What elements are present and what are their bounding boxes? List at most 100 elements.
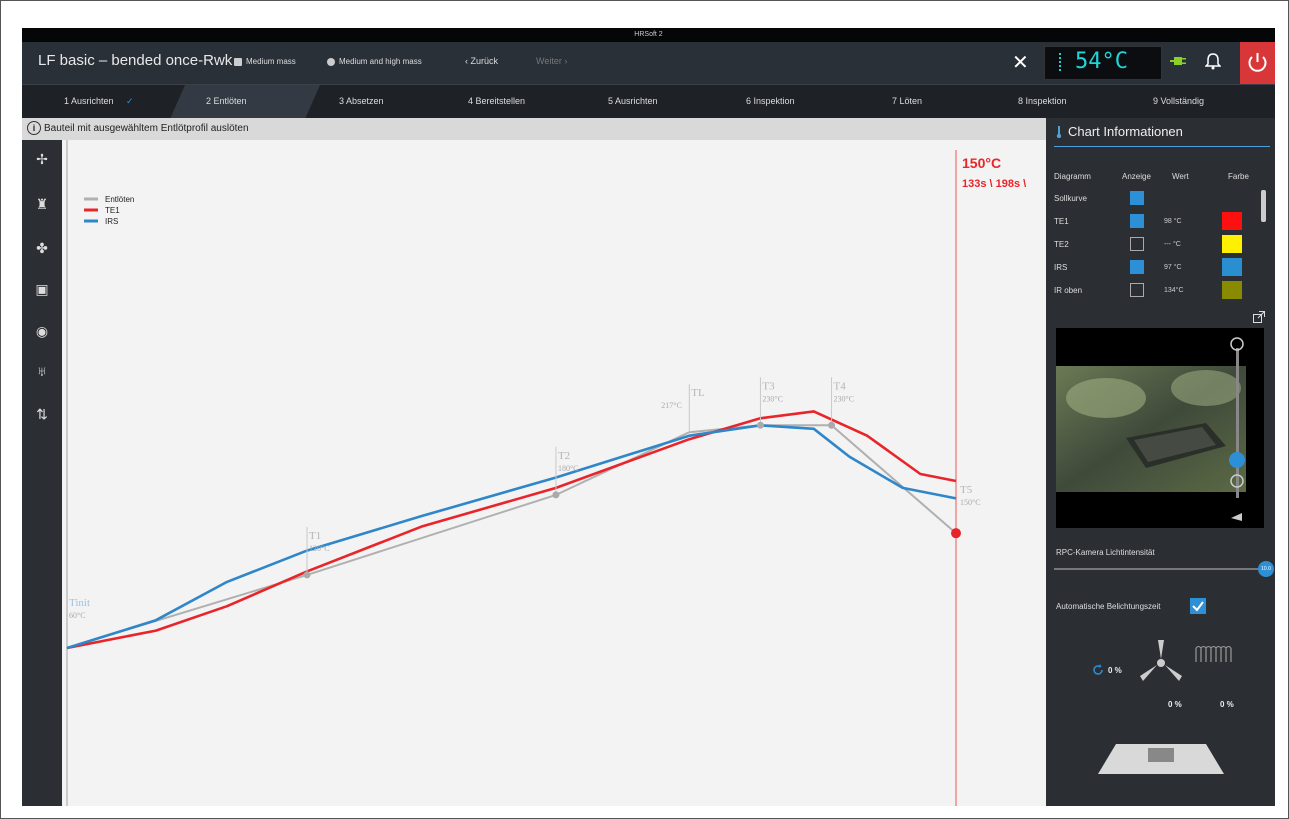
chip-medium-mass[interactable]: Medium mass	[234, 57, 296, 66]
light-intensity-label: RPC-Kamera Lichtintensität	[1056, 548, 1155, 557]
profile-point-value: 230°C	[834, 394, 855, 403]
row-name: TE1	[1054, 217, 1069, 226]
row-name: Sollkurve	[1054, 194, 1087, 203]
row-value: 98 °C	[1164, 218, 1182, 225]
profile-markers: Tinit 60°C T1 120°C T2 180°C TL 217°C T3 230°C T4 2…	[69, 377, 981, 620]
heater-percent-1: 0 %	[1168, 700, 1182, 709]
profile-chart[interactable]: Entlöten TE1 IRS Tinit 60°C T1 120°C T2 180°C TL…	[62, 140, 1046, 806]
profile-point-name: T4	[834, 380, 847, 392]
next-label: Weiter	[536, 56, 562, 66]
bell-icon[interactable]	[1205, 52, 1221, 70]
display-checkbox[interactable]	[1130, 214, 1144, 228]
table-row-ir-oben: IR oben 134°C	[1046, 281, 1275, 305]
chart-series	[66, 410, 957, 650]
profile-point[interactable]	[552, 491, 560, 499]
header-bar: LF basic – bended once-Rwk Medium mass M…	[22, 42, 1275, 84]
mass-icon	[327, 57, 335, 66]
col-header-display: Anzeige	[1122, 172, 1151, 181]
table-row-sollkurve: Sollkurve	[1046, 191, 1275, 213]
thermometer-icon	[1056, 126, 1062, 138]
step-1[interactable]: 1 Ausrichten ✓	[64, 96, 134, 107]
col-header-value: Wert	[1172, 172, 1189, 181]
power-button[interactable]	[1240, 42, 1275, 84]
back-button[interactable]: ‹ Zurück	[465, 56, 498, 66]
light-intensity-knob[interactable]: 10.0	[1258, 561, 1274, 577]
plug-icon[interactable]	[1170, 54, 1186, 68]
display-checkbox[interactable]	[1130, 260, 1144, 274]
fan-percent: 0 %	[1108, 666, 1122, 675]
checkmark-icon	[1192, 601, 1204, 612]
profile-point[interactable]	[756, 421, 764, 429]
display-checkbox[interactable]	[1130, 283, 1144, 297]
profile-point-value: 230°C	[762, 394, 783, 403]
camera-image-icon[interactable]: ▣	[33, 280, 51, 298]
step-2[interactable]: 2 Entlöten	[206, 96, 247, 106]
step-8[interactable]: 8 Inspektion	[1018, 96, 1067, 106]
step-5[interactable]: 5 Ausrichten	[608, 96, 658, 106]
swap-icon[interactable]: ⇅	[33, 405, 51, 423]
color-swatch[interactable]	[1222, 235, 1242, 253]
row-value: 134°C	[1164, 287, 1184, 294]
check-icon: ✓	[126, 96, 134, 106]
nozzle-icon[interactable]: ✢	[33, 150, 51, 168]
window-titlebar: HRSoft 2	[22, 28, 1275, 42]
profile-point-value: 60°C	[69, 611, 86, 620]
temperature-value: 54°C	[1075, 49, 1128, 74]
profile-point[interactable]	[303, 571, 311, 579]
lens-icon[interactable]: ◉	[33, 322, 51, 340]
camera-view[interactable]	[1056, 328, 1264, 528]
chip-medium-high-mass[interactable]: Medium and high mass	[327, 57, 422, 66]
fan-icon	[1140, 640, 1182, 681]
left-toolbar: ✢ ♜ ✤ ▣ ◉ ♅ ⇅	[22, 140, 62, 806]
chip-label: Medium and high mass	[339, 57, 422, 66]
back-label: Zurück	[470, 56, 499, 66]
profile-point[interactable]	[828, 421, 836, 429]
display-checkbox[interactable]	[1130, 237, 1144, 251]
power-icon	[1248, 53, 1267, 72]
fan-icon[interactable]: ✤	[33, 239, 51, 257]
refresh-icon[interactable]	[1092, 664, 1104, 676]
table-scrollbar[interactable]	[1261, 190, 1266, 222]
close-icon[interactable]: ✕	[1012, 50, 1029, 75]
panel-title: Chart Informationen	[1056, 124, 1183, 139]
auto-exposure-label: Automatische Belichtungszeit	[1056, 602, 1161, 611]
col-header-color: Farbe	[1228, 172, 1249, 181]
row-value: 97 °C	[1164, 264, 1182, 271]
profile-point-name: T3	[762, 380, 775, 392]
next-button[interactable]: Weiter ›	[536, 56, 567, 66]
camera-image	[1056, 328, 1264, 528]
profile-point-value: 150°C	[960, 498, 981, 507]
info-message: Bauteil mit ausgewähltem Entlötprofil au…	[44, 123, 249, 134]
chart-svg: Entlöten TE1 IRS Tinit 60°C T1 120°C T2 180°C TL…	[66, 140, 1026, 806]
legend-label: TE1	[105, 206, 120, 215]
light-intensity-slider[interactable]	[1054, 568, 1264, 570]
step-4[interactable]: 4 Bereitstellen	[468, 96, 525, 106]
row-name: IRS	[1054, 263, 1068, 272]
profile-title: LF basic – bended once-Rwk	[38, 52, 233, 69]
heater-icon[interactable]: ♜	[33, 195, 51, 213]
mass-icon	[234, 57, 242, 66]
step-9[interactable]: 9 Vollständig	[1153, 96, 1204, 106]
color-swatch[interactable]	[1222, 212, 1242, 230]
legend-label: IRS	[105, 217, 118, 226]
popout-icon[interactable]	[1253, 311, 1265, 323]
profile-point-end[interactable]	[951, 528, 961, 539]
profile-point-value: 217°C	[661, 401, 682, 410]
cursor-time: 133s \ 198s \	[962, 178, 1026, 190]
auto-exposure-checkbox[interactable]	[1190, 598, 1206, 614]
row-name: TE2	[1054, 240, 1069, 249]
color-swatch[interactable]	[1222, 258, 1242, 276]
table-row-te2: TE2 --- °C	[1046, 235, 1275, 259]
profile-point-value: 120°C	[309, 544, 330, 553]
row-name: IR oben	[1054, 286, 1083, 295]
profile-point-name: TL	[691, 387, 705, 399]
chevron-right-icon: ›	[564, 56, 568, 66]
cursor-temperature: 150°C	[962, 155, 1001, 171]
color-swatch[interactable]	[1222, 281, 1242, 299]
step-7[interactable]: 7 Löten	[892, 96, 922, 106]
app-window: HRSoft 2 LF basic – bended once-Rwk Medi…	[22, 28, 1275, 806]
step-6[interactable]: 6 Inspektion	[746, 96, 795, 106]
step-3[interactable]: 3 Absetzen	[339, 96, 384, 106]
display-checkbox[interactable]	[1130, 191, 1144, 205]
pipette-icon[interactable]: ♅	[33, 362, 51, 380]
